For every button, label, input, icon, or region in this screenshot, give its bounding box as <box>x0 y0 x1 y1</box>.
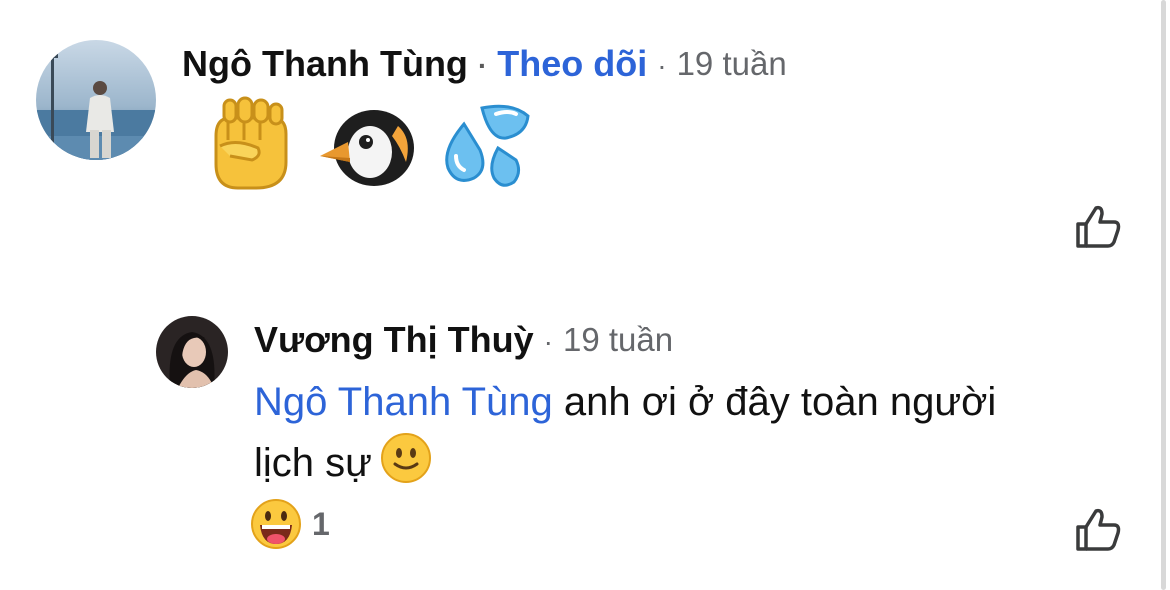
penguin-icon <box>320 110 414 186</box>
reply-text-line1: anh ơi ở đây toàn người <box>552 380 997 424</box>
reaction-summary[interactable]: 1 <box>250 498 330 550</box>
avatar[interactable] <box>36 40 156 160</box>
reply-header: Vương Thị Thuỳ · 19 tuần <box>254 314 673 366</box>
comment-timestamp[interactable]: 19 tuần <box>677 45 787 83</box>
comment-header: Ngô Thanh Tùng · Theo dõi · 19 tuần <box>182 38 787 90</box>
separator-dot: · <box>543 326 553 357</box>
raised-fist-icon <box>214 96 288 190</box>
comment-author[interactable]: Ngô Thanh Tùng <box>182 43 468 85</box>
comment-body <box>200 96 532 192</box>
like-icon[interactable] <box>1074 505 1122 553</box>
avatar[interactable] <box>156 316 228 388</box>
reply-text-line2: lịch sự <box>254 441 372 485</box>
like-icon[interactable] <box>1074 202 1122 250</box>
reply-author[interactable]: Vương Thị Thuỳ <box>254 319 534 361</box>
mention-link[interactable]: Ngô Thanh Tùng <box>254 380 553 424</box>
avatar-photo-icon <box>156 316 228 388</box>
separator-dot: · <box>477 50 488 81</box>
reply-body: Ngô Thanh Tùng anh ơi ở đây toàn người l… <box>254 372 1114 501</box>
avatar-photo-icon <box>36 40 156 160</box>
separator-dot: · <box>657 50 667 81</box>
slightly-smiling-face-icon <box>380 432 432 501</box>
scrollbar[interactable] <box>1161 0 1166 590</box>
grinning-face-icon <box>251 499 301 549</box>
reply-timestamp[interactable]: 19 tuần <box>563 321 673 359</box>
follow-button[interactable]: Theo dõi <box>497 43 647 85</box>
sweat-droplets-icon <box>445 104 530 187</box>
reaction-count: 1 <box>312 505 330 542</box>
